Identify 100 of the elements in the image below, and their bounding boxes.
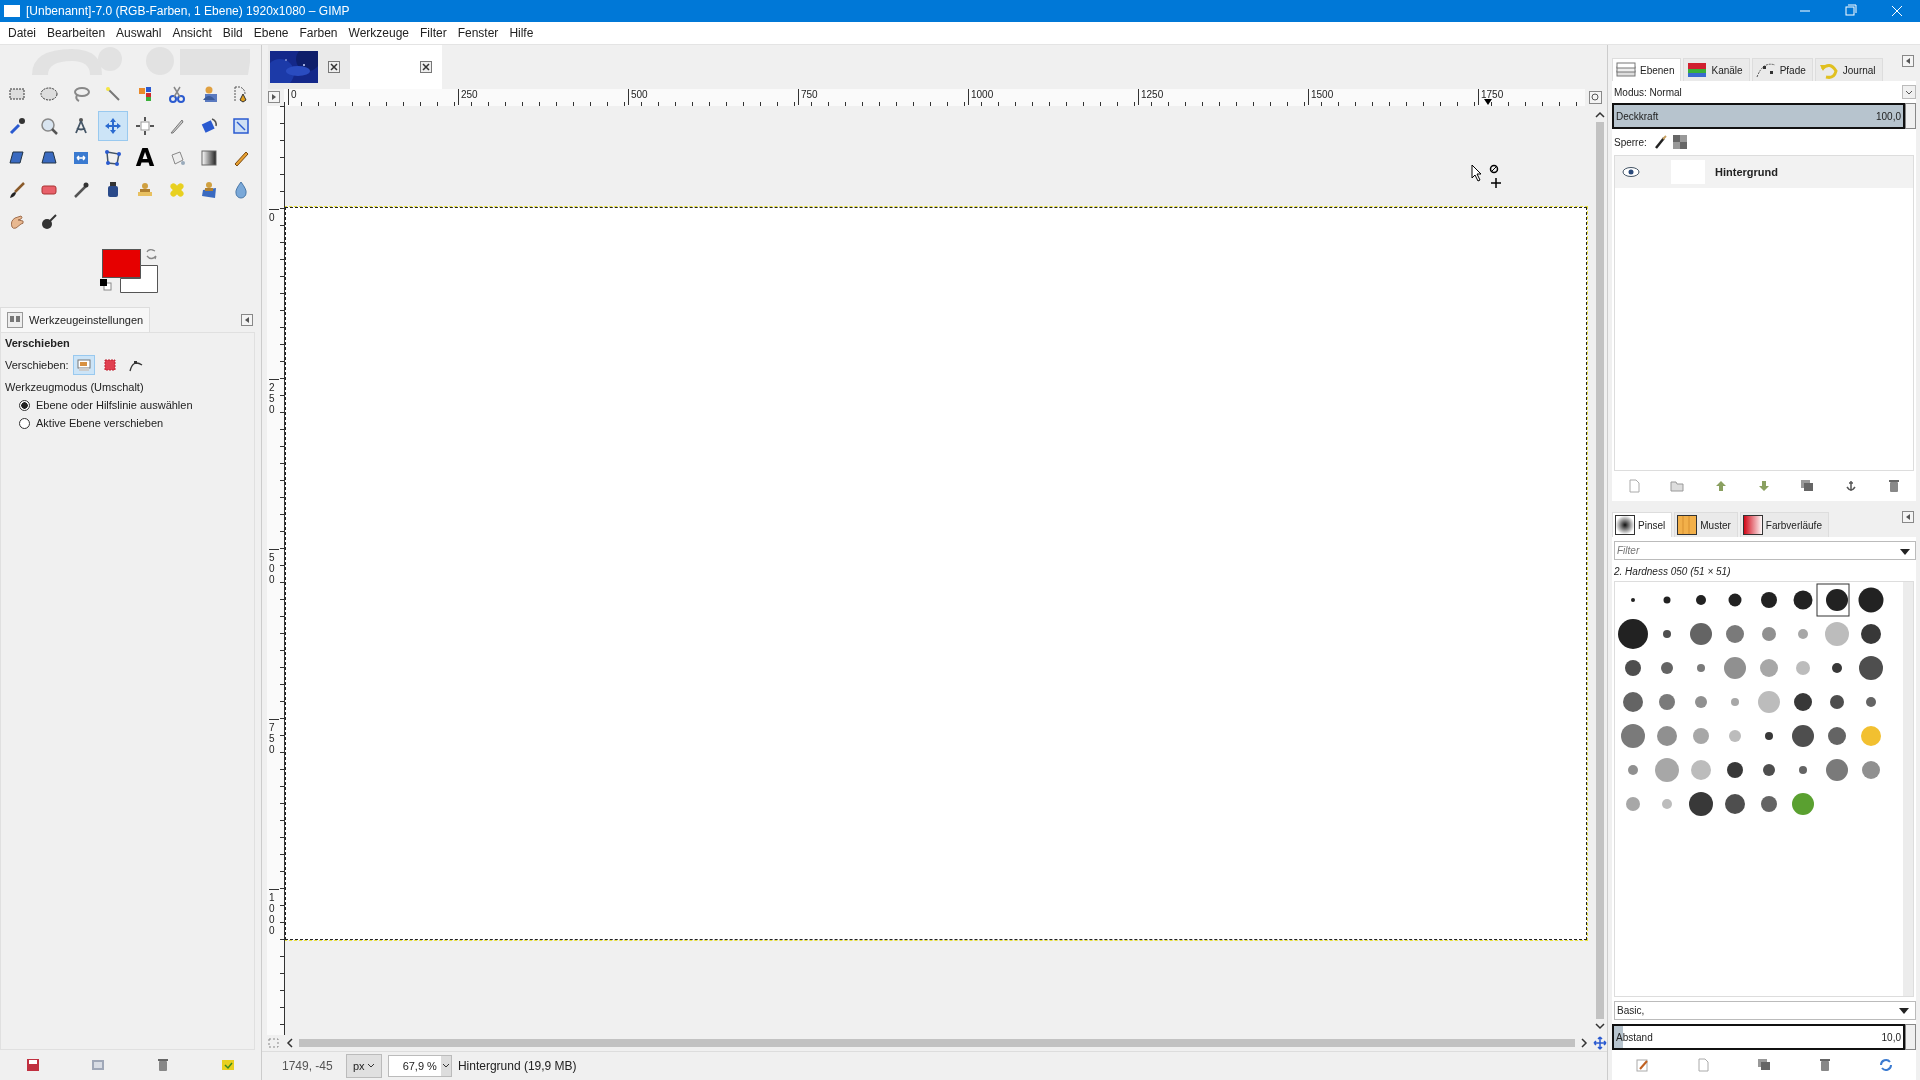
opacity-slider[interactable]: Deckkraft 100,0 — [1612, 103, 1905, 129]
swap-arrows-icon[interactable] — [144, 247, 158, 261]
trash-icon — [156, 1058, 171, 1072]
align-icon — [135, 116, 155, 136]
menu-item[interactable]: Bild — [218, 26, 250, 40]
edit-page-icon — [1635, 1058, 1650, 1072]
unit-dropdown[interactable]: px — [346, 1054, 382, 1078]
chevron-down-icon — [440, 1056, 451, 1076]
reset-icon — [221, 1058, 236, 1072]
window-title: [Unbenannt]-7.0 (RGB-Farben, 1 Ebene) 1920x1080 – GIMP — [26, 4, 351, 18]
dock-tab[interactable]: Journal — [1814, 58, 1883, 81]
stamp-icon — [199, 180, 219, 200]
window-icon — [4, 5, 20, 17]
page-icon — [1626, 479, 1641, 493]
ruler-label: 1250 — [1138, 88, 1164, 105]
radio-option[interactable]: Aktive Ebene verschieben — [5, 417, 250, 429]
pointer-marker-icon — [1484, 98, 1492, 105]
foreground-color-swatch[interactable] — [102, 249, 141, 278]
layer-row[interactable]: Hintergrund — [1615, 156, 1913, 188]
eyedropper-icon — [7, 116, 27, 136]
horizontal-scrollbar[interactable] — [285, 1036, 1589, 1050]
menu-item[interactable]: Ebene — [249, 26, 296, 40]
spin-buttons[interactable] — [1905, 103, 1916, 129]
ruler-label: 1000 — [968, 88, 994, 105]
layer-name: Hintergrund — [1715, 166, 1778, 178]
background-color-swatch[interactable] — [120, 265, 158, 293]
tab-label: Werkzeugeinstellungen — [29, 314, 144, 326]
scale-icon — [231, 116, 251, 136]
navigate-icon[interactable] — [1589, 90, 1603, 105]
tool-options-icon — [7, 312, 23, 328]
dock-tab[interactable]: Farbverläufe — [1739, 512, 1829, 537]
move-cross-icon[interactable] — [1593, 1036, 1607, 1050]
tool-name: Verschieben — [5, 337, 71, 349]
layer-icon — [76, 358, 91, 372]
dodge-icon — [39, 212, 59, 232]
default-colors-icon[interactable] — [100, 279, 112, 291]
dropdown-arrow-icon[interactable] — [1900, 549, 1910, 555]
menu-item[interactable]: Auswahl — [112, 26, 169, 40]
menu-item[interactable]: Datei — [4, 26, 43, 40]
mode-dropdown[interactable]: Modus: Normal — [1612, 81, 1916, 103]
menu-item[interactable]: Bearbeiten — [43, 26, 113, 40]
menu-item[interactable]: Farben — [295, 26, 345, 40]
tool-options-tab[interactable]: Werkzeugeinstellungen — [0, 307, 151, 332]
brush-name: 2. Hardness 050 (51 × 51) — [1613, 565, 1732, 579]
image-tab[interactable] — [268, 45, 350, 89]
trash-icon — [1887, 479, 1902, 493]
radio-button[interactable] — [19, 399, 30, 411]
checkerboard-icon[interactable] — [1672, 135, 1687, 149]
spin-buttons[interactable] — [1905, 1024, 1916, 1050]
spacing-slider[interactable]: Abstand 10,0 — [1612, 1024, 1905, 1050]
menu-item[interactable]: Ansicht — [168, 26, 219, 40]
scissors-icon — [167, 84, 187, 104]
slider-value: 10,0 — [1881, 1031, 1901, 1043]
dropdown-arrow-icon — [1899, 1007, 1909, 1014]
path-nodes-icon — [1754, 61, 1777, 79]
chevron-down-icon — [1902, 85, 1916, 99]
tool-button[interactable]: A — [130, 143, 160, 173]
wood-pattern-icon — [1677, 515, 1698, 535]
menu-item[interactable]: Hilfe — [505, 26, 541, 40]
ruler-label: 0 — [269, 209, 279, 223]
close-icon[interactable] — [420, 61, 432, 73]
undo-arrow-icon — [1817, 61, 1840, 79]
brush-preset-dropdown[interactable]: Basic, — [1614, 1001, 1916, 1020]
dock-tab[interactable]: Muster — [1674, 512, 1738, 537]
ruler-label: 500 — [628, 88, 648, 105]
move-label: Verschieben: — [5, 359, 69, 371]
radio-button[interactable] — [19, 417, 30, 429]
soft-brush-icon — [1615, 515, 1635, 535]
menu-item[interactable]: Filter — [416, 26, 454, 40]
dock-tab[interactable]: Pfade — [1751, 58, 1813, 81]
zoom-dropdown[interactable]: 67,9 % — [387, 1055, 452, 1077]
slider-label: Deckkraft — [1616, 110, 1659, 122]
restore-icon — [90, 1058, 105, 1072]
folder-icon — [1670, 479, 1685, 493]
color-stack-icon — [1686, 61, 1709, 79]
brush-lock-icon[interactable] — [1652, 135, 1667, 149]
scrollbar-thumb[interactable] — [299, 1039, 1575, 1047]
ruler-label: 0 — [288, 88, 297, 105]
magnifier-icon — [39, 116, 59, 136]
dashed-ellipse-icon — [39, 84, 59, 104]
radio-option[interactable]: Ebene oder Hilfslinie auswählen — [5, 399, 250, 411]
dock-tab[interactable]: Kanäle — [1683, 58, 1750, 81]
paintbrush-icon — [7, 180, 27, 200]
duplicate-icon — [1757, 1058, 1771, 1072]
anchor-icon — [1843, 479, 1858, 493]
filter-field[interactable]: Filter — [1614, 541, 1916, 560]
scrollbar-thumb[interactable] — [1596, 122, 1604, 1019]
dock-tab[interactable]: Ebenen — [1612, 58, 1682, 81]
ruler-label: 1500 — [1308, 88, 1334, 105]
vertical-scrollbar[interactable] — [1903, 582, 1913, 996]
menu-item[interactable]: Werkzeuge — [344, 26, 416, 40]
page-icon — [1696, 1058, 1711, 1072]
pointer-coordinates: 1749, -45 — [281, 1059, 334, 1073]
duplicate-icon — [1800, 479, 1815, 493]
close-icon[interactable] — [328, 61, 340, 73]
stacked-layers-icon — [1615, 61, 1637, 79]
path-curve-icon — [128, 358, 143, 372]
dock-tab[interactable]: Pinsel — [1612, 512, 1673, 537]
menu-item[interactable]: Fenster — [453, 26, 506, 40]
eye-icon[interactable] — [1621, 165, 1641, 179]
